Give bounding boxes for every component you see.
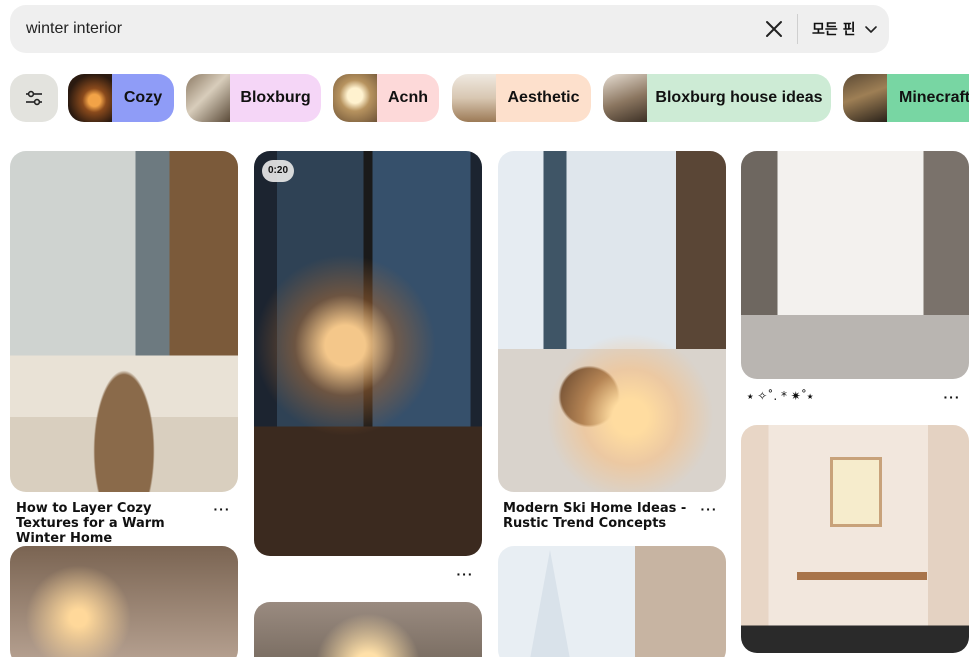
- chip-minecraft[interactable]: Minecraft: [843, 74, 969, 122]
- scope-label: 모든 핀: [812, 22, 856, 38]
- pin-image-cozy-textures[interactable]: [10, 151, 238, 492]
- chip-aesthetic[interactable]: Aesthetic: [452, 74, 591, 122]
- pin-caption[interactable]: ⭑ ✧˚. * ✷˚⭑: [747, 389, 927, 404]
- chevron-down-icon: [864, 26, 877, 33]
- chip-thumbnail: [68, 74, 112, 122]
- chip-thumbnail: [603, 74, 647, 122]
- more-options-icon[interactable]: ···: [699, 502, 719, 518]
- scope-dropdown[interactable]: 모든 핀: [812, 15, 878, 43]
- chip-thumbnail: [452, 74, 496, 122]
- desk: [797, 572, 927, 580]
- pin-caption[interactable]: How to Layer Cozy Textures for a Warm Wi…: [16, 501, 210, 546]
- pin-image-reading-nook[interactable]: [741, 425, 969, 653]
- pin-image-fairy-lights-room[interactable]: [10, 546, 238, 657]
- chip-acnh[interactable]: Acnh: [333, 74, 439, 122]
- sliders-icon: [26, 90, 42, 106]
- pin-image-ski-home[interactable]: [498, 151, 726, 492]
- chip-label: Acnh: [377, 74, 439, 122]
- more-options-icon[interactable]: ···: [455, 567, 475, 583]
- chip-label: Bloxburg house ideas: [647, 74, 831, 122]
- chip-thumbnail: [186, 74, 230, 122]
- pin-image-winter-bedroom[interactable]: [741, 151, 969, 379]
- chip-label: Aesthetic: [496, 74, 591, 122]
- chip-cozy[interactable]: Cozy: [68, 74, 174, 122]
- more-options-icon[interactable]: ···: [942, 390, 962, 406]
- pin-image-lights-ceiling[interactable]: [254, 602, 482, 657]
- more-options-icon[interactable]: ···: [212, 502, 232, 518]
- snowy-tree: [528, 550, 572, 657]
- search-bar[interactable]: winter interior 모든 핀: [10, 5, 889, 53]
- chip-label: Minecraft: [887, 74, 969, 122]
- pin-image-snowy-window[interactable]: [498, 546, 726, 657]
- chip-thumbnail: [843, 74, 887, 122]
- pin-caption[interactable]: Modern Ski Home Ideas - Rustic Trend Con…: [503, 501, 699, 531]
- chip-thumbnail: [333, 74, 377, 122]
- search-divider: [797, 14, 798, 44]
- chip-bloxburg-house-ideas[interactable]: Bloxburg house ideas: [603, 74, 831, 122]
- filter-button[interactable]: [10, 74, 58, 122]
- pin-video-cozy-evening[interactable]: 0:20: [254, 151, 482, 556]
- chip-label: Bloxburg: [230, 74, 321, 122]
- close-icon[interactable]: [762, 17, 786, 41]
- wall-art: [830, 457, 882, 527]
- search-input[interactable]: winter interior: [26, 20, 122, 38]
- chip-bloxburg[interactable]: Bloxburg: [186, 74, 321, 122]
- chip-label: Cozy: [112, 74, 174, 122]
- video-duration-badge: 0:20: [262, 160, 295, 182]
